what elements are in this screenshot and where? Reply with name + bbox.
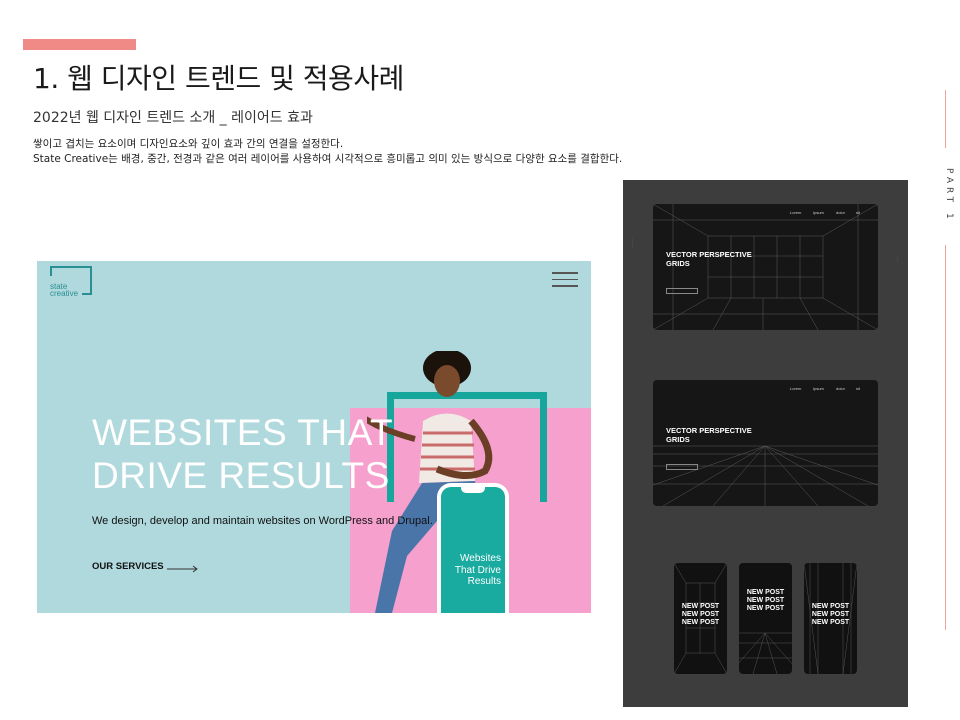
- card-button[interactable]: [666, 288, 698, 294]
- grid-card-room: VECTOR PERSPECTIVE GRIDS Lorem Ipsum dol…: [653, 204, 878, 330]
- title-accent-bar: [23, 39, 136, 50]
- card-nav-item[interactable]: Lorem: [790, 386, 801, 391]
- side-caption-left: ·······: [630, 238, 635, 248]
- card-nav-item[interactable]: Ipsum: [813, 210, 824, 215]
- hero-heading: WEBSITES THAT DRIVE RESULTS: [92, 412, 394, 496]
- card-nav-item[interactable]: dolor: [836, 210, 845, 215]
- phone-layer: Websites That Drive Results: [437, 483, 509, 613]
- card-heading: VECTOR PERSPECTIVE GRIDS: [666, 426, 752, 444]
- state-creative-mockup: state creative Websites That Drive Resul…: [37, 261, 591, 613]
- arrow-right-icon[interactable]: [167, 564, 199, 574]
- card-nav-item[interactable]: Lorem: [790, 210, 801, 215]
- hero-subtext: We design, develop and maintain websites…: [92, 515, 433, 527]
- vector-grid-mockup-panel: ······· ····· VECTOR PERSPECTIVE GRIDS L…: [623, 180, 908, 707]
- card-button[interactable]: [666, 464, 698, 470]
- part-rail-line-bottom: [945, 245, 946, 630]
- grid-card-floor: VECTOR PERSPECTIVE GRIDS Lorem Ipsum dol…: [653, 380, 878, 506]
- part-label: PART 1: [944, 168, 954, 223]
- page-title: 1. 웹 디자인 트렌드 및 적용사례: [33, 62, 404, 95]
- card-nav-item[interactable]: sit: [856, 386, 860, 391]
- phone-screen-text: Websites That Drive Results: [454, 553, 501, 587]
- card-nav-item[interactable]: Ipsum: [813, 386, 824, 391]
- phone-notch: [461, 487, 485, 493]
- mobile-grid-2: [739, 632, 792, 674]
- card-heading: VECTOR PERSPECTIVE GRIDS: [666, 250, 752, 268]
- mobile-heading: NEW POST NEW POST NEW POST: [681, 603, 720, 626]
- mobile-mockup-1: NEW POST NEW POST NEW POST: [674, 563, 727, 674]
- logo-text: state creative: [50, 282, 79, 298]
- description-line-1: 쌓이고 겹치는 요소이며 디자인요소와 깊이 효과 간의 연결을 설정한다.: [33, 138, 344, 150]
- card-nav-item[interactable]: dolor: [836, 386, 845, 391]
- our-services-link[interactable]: OUR SERVICES: [92, 561, 164, 572]
- mobile-mockup-2: NEW POST NEW POST NEW POST: [739, 563, 792, 674]
- part-rail-line-top: [945, 90, 946, 148]
- description: 쌓이고 겹치는 요소이며 디자인요소와 깊이 효과 간의 연결을 설정한다. S…: [33, 137, 622, 167]
- mobile-heading: NEW POST NEW POST NEW POST: [811, 603, 850, 626]
- hamburger-menu-icon[interactable]: [552, 272, 578, 287]
- description-line-2: State Creative는 배경, 중간, 전경과 같은 여러 레이어를 사…: [33, 153, 623, 165]
- card-nav-item[interactable]: sit: [856, 210, 860, 215]
- mobile-mockup-3: NEW POST NEW POST NEW POST: [804, 563, 857, 674]
- mobile-heading: NEW POST NEW POST NEW POST: [746, 589, 785, 612]
- side-caption-right: ·····: [895, 255, 900, 262]
- page-subtitle: 2022년 웹 디자인 트렌드 소개 _ 레이어드 효과: [33, 110, 313, 126]
